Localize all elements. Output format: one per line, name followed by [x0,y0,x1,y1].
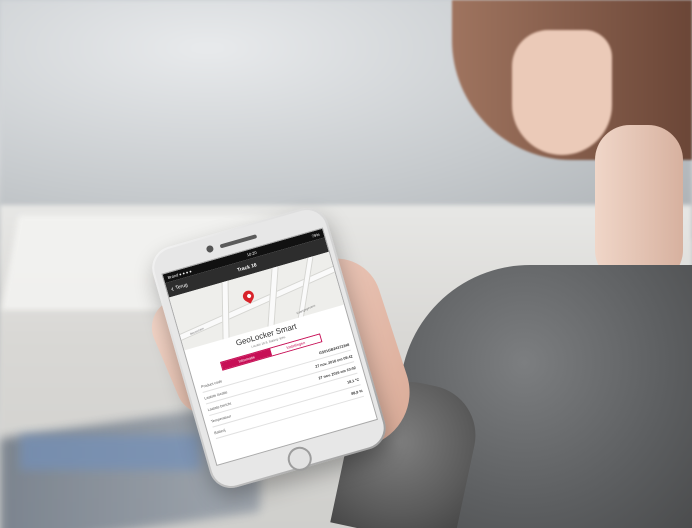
detail-value: 18,1 °C [346,376,360,385]
detail-label: Batterij [213,427,226,435]
blurred-blue-screen [20,435,200,470]
detail-value: 88,9 % [350,388,363,396]
woman-neck [595,125,683,285]
back-label: Terug [174,281,189,291]
back-button[interactable]: ‹ Terug [170,281,189,293]
photo-scene: Brand ● ● ● ● 10:20 79% ‹ Terug Track 16… [0,0,692,528]
detail-label: Temperatuur [210,413,232,424]
battery-status: 79% [311,231,321,239]
phone-speaker [219,234,258,249]
woman-face [512,30,612,155]
front-camera-icon [205,244,215,254]
